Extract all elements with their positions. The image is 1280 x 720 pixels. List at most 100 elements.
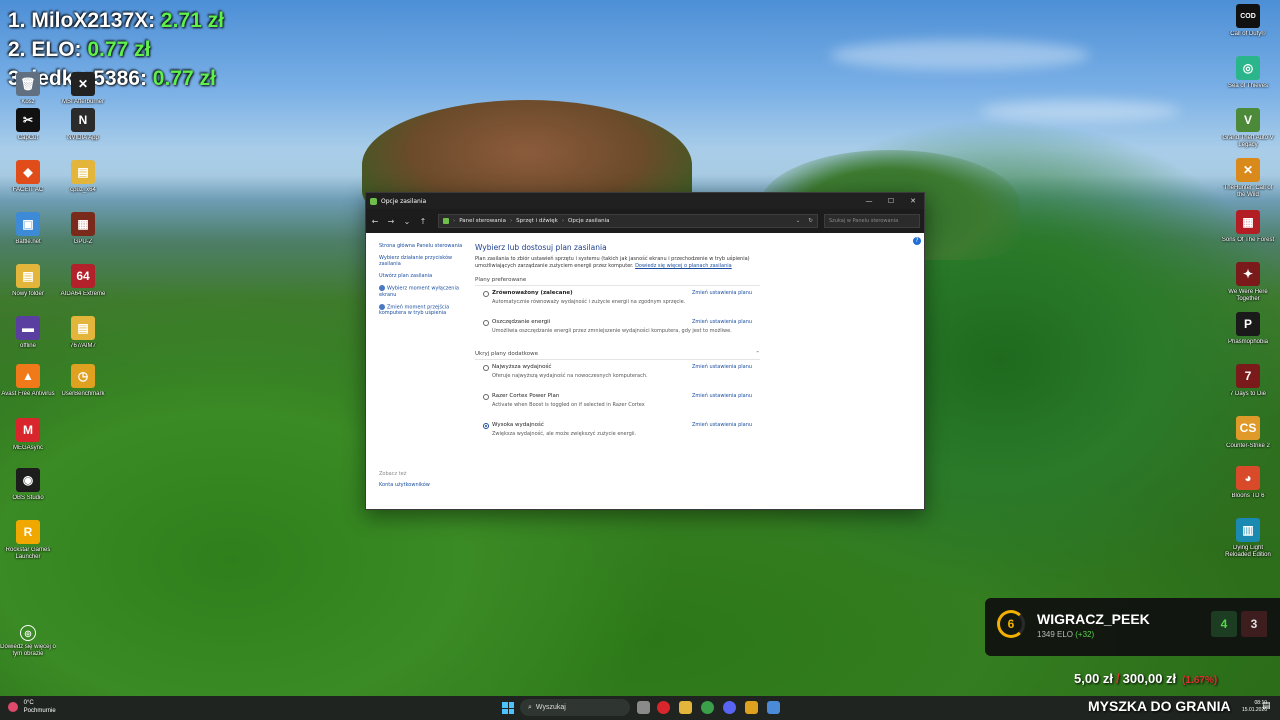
taskbar-search-label: Wyszukaj xyxy=(535,704,566,711)
see-also-user-accounts[interactable]: Konta użytkowników xyxy=(379,482,430,488)
goal-target: 300,00 zł xyxy=(1122,671,1177,686)
desktop-icon-aida64[interactable]: 64 AIDA64 Extreme xyxy=(55,264,111,298)
start-button[interactable] xyxy=(502,702,514,714)
nav-link-create-plan[interactable]: Utwórz plan zasilania xyxy=(379,273,472,279)
plan-name[interactable]: Razer Cortex Power Plan xyxy=(492,393,559,399)
leaderboard-name: MiloX2137X: xyxy=(31,9,156,32)
desktop-icon-sea-of-thieves[interactable]: ◎ Sea of Thieves xyxy=(1220,56,1276,90)
plan-radio-selected[interactable] xyxy=(483,423,489,429)
desktop-icon-label: Call of Duty® xyxy=(1230,31,1266,37)
recent-locations-button[interactable]: ⌄ xyxy=(402,217,412,226)
weather-icon xyxy=(8,702,18,712)
control-panel-taskbar-icon[interactable] xyxy=(767,701,780,714)
task-view-icon[interactable] xyxy=(637,701,650,714)
recycle-bin-icon: 🗑 xyxy=(16,72,40,96)
section-title: Ukryj plany dodatkowe xyxy=(475,351,538,357)
desktop-icon-avast[interactable]: ▲ Avast Free Antivirus xyxy=(0,364,56,398)
desktop-icon-cpuz[interactable]: ▤ cpuz_x64 xyxy=(55,160,111,194)
learn-more-link[interactable]: Dowiedz się więcej o planach zasilania xyxy=(635,263,732,269)
desktop-icon-we-were-here[interactable]: ✦ We Were Here Together xyxy=(1220,262,1276,303)
sons-of-the-forest-icon: ▦ xyxy=(1236,210,1260,234)
minimize-button[interactable]: — xyxy=(858,197,880,205)
search-placeholder: Szukaj w Panelu sterowania xyxy=(829,218,899,224)
notification-icon[interactable]: ▤ xyxy=(1262,701,1272,713)
desktop-icon-userbenchmark[interactable]: ◷ UserBenchmark xyxy=(55,364,111,398)
discord-icon[interactable] xyxy=(723,701,736,714)
desktop-icon-bloons[interactable]: ◕ Bloons TD 6 xyxy=(1220,466,1276,500)
desktop-icon-nvidia-app[interactable]: N NVIDIA App xyxy=(55,108,111,142)
desktop-icon-folder[interactable]: ▤ 767/AIM7 xyxy=(55,316,111,350)
folder-icon: ▤ xyxy=(16,264,40,288)
change-plan-settings-link[interactable]: Zmień ustawienia planu xyxy=(692,393,752,399)
weather-text: 0°C Pochmurnie xyxy=(24,699,56,715)
counter-strike-icon: CS xyxy=(1236,416,1260,440)
plan-radio[interactable] xyxy=(483,320,489,326)
breadcrumb-item[interactable]: Panel sterowania xyxy=(459,218,506,224)
desktop-icon-thehunter[interactable]: ✕ TheHunter: Call of the Wild xyxy=(1220,158,1276,199)
desktop-icon-recycle-bin[interactable]: 🗑 Kosz xyxy=(0,72,56,106)
change-plan-settings-link[interactable]: Zmień ustawienia planu xyxy=(692,364,752,370)
nav-link-sleep[interactable]: Zmień moment przejścia komputera w tryb … xyxy=(379,303,472,316)
desktop-icon-learn-more[interactable]: ◎ Dowiedz się więcej o tym obrazie xyxy=(0,625,56,658)
desktop-icon-msi-afterburner[interactable]: ✕ MSI Afterburner xyxy=(55,72,111,106)
plan-name[interactable]: Najwyższa wydajność xyxy=(492,364,551,370)
desktop-icon-gta-v[interactable]: V Grand Theft Auto V Legacy xyxy=(1220,108,1276,149)
file-explorer-icon[interactable] xyxy=(679,701,692,714)
plan-radio[interactable] xyxy=(483,291,489,297)
desktop-icon-label: Dying Light Reloaded Edition xyxy=(1225,545,1271,558)
desktop-icon-counter-strike[interactable]: CS Counter-Strike 2 xyxy=(1220,416,1276,450)
breadcrumb[interactable]: › Panel sterowania › Sprzęt i dźwięk › O… xyxy=(438,214,818,228)
search-input[interactable]: Szukaj w Panelu sterowania xyxy=(824,214,920,228)
goal-percent: (1.67%) xyxy=(1182,675,1218,686)
nav-link-display-off[interactable]: Wybierz moment wyłączenia ekranu xyxy=(379,285,472,298)
leaderboard-rank: 2. xyxy=(8,38,26,61)
forward-button[interactable]: → xyxy=(386,217,396,226)
desktop-icon-megasync[interactable]: M MEGAsync xyxy=(0,418,56,452)
desktop-icon-rockstar[interactable]: R Rockstar Games Launcher xyxy=(0,520,56,561)
change-plan-settings-link[interactable]: Zmień ustawienia planu xyxy=(692,290,752,296)
back-button[interactable]: ← xyxy=(370,217,380,226)
desktop-icon-new-folder[interactable]: ▤ Nowy folder xyxy=(0,264,56,298)
section-header-hide-additional[interactable]: Ukryj plany dodatkowe ⌃ xyxy=(475,351,760,360)
maximize-button[interactable]: ☐ xyxy=(880,197,902,205)
desktop-icon-faceit[interactable]: ◆ FACEIT AC xyxy=(0,160,56,194)
desktop-icon-dying-light[interactable]: ▥ Dying Light Reloaded Edition xyxy=(1220,518,1276,559)
close-button[interactable]: ✕ xyxy=(902,197,924,205)
desktop-icon-label: Counter-Strike 2 xyxy=(1226,443,1270,449)
desktop-icon-call-of-duty[interactable]: COD Call of Duty® xyxy=(1220,4,1276,38)
breadcrumb-item[interactable]: Opcje zasilania xyxy=(568,218,609,224)
chevron-up-icon[interactable]: ⌃ xyxy=(755,351,760,357)
window-titlebar[interactable]: Opcje zasilania — ☐ ✕ xyxy=(366,193,924,209)
desktop-icon-obs[interactable]: ◉ OBS Studio xyxy=(0,468,56,502)
plan-radio[interactable] xyxy=(483,394,489,400)
chevron-down-icon[interactable]: ⌄ xyxy=(796,218,801,224)
refresh-icon[interactable]: ↻ xyxy=(808,218,813,224)
app-icon[interactable] xyxy=(745,701,758,714)
plan-name[interactable]: Zrównoważony (zalecane) xyxy=(492,290,573,296)
desktop-icon-capcut[interactable]: ✂ CapCut xyxy=(0,108,56,142)
desktop-icon-sons-of-the-forest[interactable]: ▦ Sons Of The Forest xyxy=(1220,210,1276,244)
desktop-icon-gpuz[interactable]: ▦ GPU-Z xyxy=(55,212,111,246)
desktop-icon-label: Bloons TD 6 xyxy=(1231,493,1265,499)
change-plan-settings-link[interactable]: Zmień ustawienia planu xyxy=(692,319,752,325)
plan-name[interactable]: Oszczędzanie energii xyxy=(492,319,550,325)
desktop-icon-phasmophobia[interactable]: P Phasmophobia xyxy=(1220,312,1276,346)
plan-radio[interactable] xyxy=(483,365,489,371)
breadcrumb-item[interactable]: Sprzęt i dźwięk xyxy=(516,218,558,224)
change-plan-settings-link[interactable]: Zmień ustawienia planu xyxy=(692,422,752,428)
taskbar-search[interactable]: ⌕ Wyszukaj xyxy=(520,699,630,716)
desktop-icon-battlenet[interactable]: ▣ Battle.net xyxy=(0,212,56,246)
up-button[interactable]: ↑ xyxy=(418,217,428,226)
opera-icon[interactable] xyxy=(657,701,670,714)
weather-widget[interactable]: 0°C Pochmurnie xyxy=(8,699,56,715)
mega-icon: M xyxy=(16,418,40,442)
nav-link-power-buttons[interactable]: Wybierz działanie przycisków zasilania xyxy=(379,255,472,267)
nav-link-control-panel-home[interactable]: Strona główna Panelu sterowania xyxy=(379,243,472,249)
chrome-icon[interactable] xyxy=(701,701,714,714)
plan-name[interactable]: Wysoka wydajność xyxy=(492,422,544,428)
desktop-icon-7-days-to-die[interactable]: 7 7 Days to Die xyxy=(1220,364,1276,398)
help-icon[interactable]: ? xyxy=(913,237,921,245)
desktop-icon-offline[interactable]: ▬ offline xyxy=(0,316,56,350)
camera-icon: ◎ xyxy=(20,625,36,641)
desktop-icon-label: TheHunter: Call of the Wild xyxy=(1223,185,1273,198)
